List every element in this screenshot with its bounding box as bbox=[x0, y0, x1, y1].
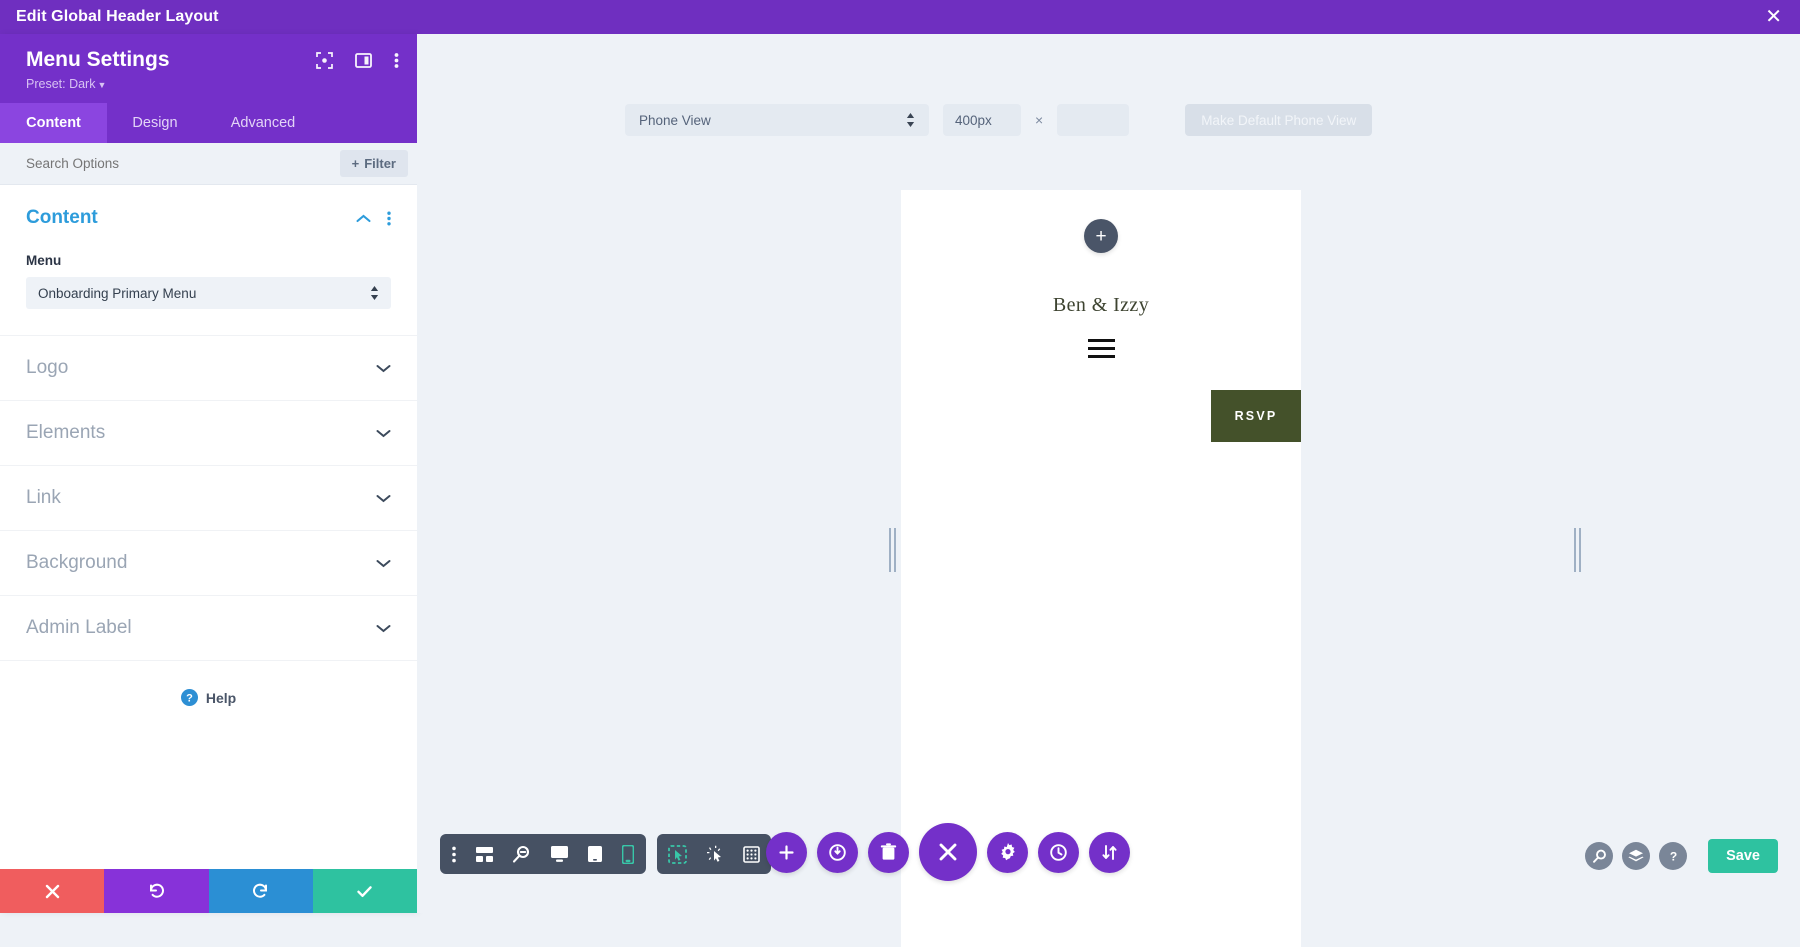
viewport-width-input[interactable] bbox=[955, 113, 1009, 128]
desktop-view-icon[interactable] bbox=[550, 845, 569, 863]
portability-icon[interactable] bbox=[1089, 832, 1130, 873]
settings-gear-icon[interactable] bbox=[987, 832, 1028, 873]
utility-buttons: ? Save bbox=[1585, 839, 1778, 873]
builder-canvas: Phone View × Make Default Phone View + B… bbox=[417, 34, 1800, 913]
more-vertical-icon[interactable] bbox=[394, 52, 399, 69]
more-vertical-icon[interactable] bbox=[387, 211, 391, 226]
search-bar: + Filter bbox=[0, 143, 417, 185]
section-logo[interactable]: Logo bbox=[0, 336, 417, 401]
panel-header: Menu Settings Preset: Dark▼ bbox=[0, 34, 417, 103]
panel-tabs: Content Design Advanced bbox=[0, 103, 417, 143]
panel-title: Menu Settings bbox=[26, 48, 170, 71]
rsvp-button[interactable]: RSVP bbox=[1211, 390, 1301, 442]
dock-panel-icon[interactable] bbox=[355, 52, 372, 69]
chevron-down-icon bbox=[376, 559, 391, 568]
filter-button[interactable]: + Filter bbox=[340, 150, 408, 177]
tablet-view-icon[interactable] bbox=[587, 845, 603, 863]
tab-advanced[interactable]: Advanced bbox=[203, 103, 323, 143]
make-default-phone-view-button[interactable]: Make Default Phone View bbox=[1185, 104, 1372, 136]
viewport-height-field[interactable] bbox=[1057, 104, 1129, 136]
interaction-mode-toolbar bbox=[657, 834, 771, 874]
discard-changes-button[interactable] bbox=[0, 869, 104, 913]
chevron-down-icon: ▼ bbox=[97, 80, 106, 90]
resize-handle-left[interactable] bbox=[888, 528, 897, 572]
trash-icon[interactable] bbox=[868, 832, 909, 873]
select-stepper-icon bbox=[906, 113, 915, 127]
resize-handle-right[interactable] bbox=[1573, 528, 1582, 572]
tab-content[interactable]: Content bbox=[0, 103, 107, 143]
add-section-icon[interactable] bbox=[766, 832, 807, 873]
svg-text:?: ? bbox=[186, 692, 193, 704]
hamburger-menu-icon[interactable] bbox=[1088, 339, 1115, 358]
chevron-down-icon bbox=[376, 624, 391, 633]
section-admin-label-label: Admin Label bbox=[26, 617, 132, 639]
section-content: Content Menu Onboarding Primary Menu bbox=[0, 185, 417, 336]
chevron-down-icon bbox=[376, 429, 391, 438]
viewport-toolbar: Phone View × Make Default Phone View bbox=[417, 104, 1800, 136]
chevron-down-icon bbox=[376, 494, 391, 503]
section-background-label: Background bbox=[26, 552, 127, 574]
redo-button[interactable] bbox=[209, 869, 313, 913]
add-section-icon[interactable]: + bbox=[1084, 219, 1118, 253]
grid-mode-icon[interactable] bbox=[743, 846, 760, 863]
section-elements-label: Elements bbox=[26, 422, 105, 444]
preset-label: Preset: Dark bbox=[26, 77, 95, 91]
zoom-out-icon[interactable] bbox=[512, 845, 531, 864]
tab-design[interactable]: Design bbox=[107, 103, 203, 143]
section-background[interactable]: Background bbox=[0, 531, 417, 596]
save-button[interactable]: Save bbox=[1708, 839, 1778, 873]
help-label: Help bbox=[206, 690, 236, 706]
viewport-select[interactable]: Phone View bbox=[625, 104, 929, 136]
section-link-label: Link bbox=[26, 487, 61, 509]
layers-icon[interactable] bbox=[1622, 842, 1650, 870]
chevron-up-icon[interactable] bbox=[356, 214, 371, 223]
view-mode-toolbar bbox=[440, 834, 646, 874]
click-mode-icon[interactable] bbox=[706, 845, 725, 864]
svg-text:?: ? bbox=[1669, 849, 1676, 863]
save-to-library-icon[interactable] bbox=[817, 832, 858, 873]
settings-panel: Menu Settings Preset: Dark▼ bbox=[0, 34, 417, 913]
expand-icon[interactable] bbox=[316, 52, 333, 69]
section-logo-label: Logo bbox=[26, 357, 68, 379]
menu-select-value: Onboarding Primary Menu bbox=[38, 286, 196, 301]
select-mode-icon[interactable] bbox=[668, 845, 687, 864]
dimension-separator: × bbox=[1035, 112, 1043, 128]
question-circle-icon: ? bbox=[181, 689, 198, 706]
viewport-select-value: Phone View bbox=[639, 113, 711, 128]
builder-action-buttons bbox=[766, 823, 1130, 881]
wireframe-icon[interactable] bbox=[475, 846, 494, 863]
viewport-height-input[interactable] bbox=[1069, 113, 1117, 128]
plus-icon: + bbox=[352, 156, 360, 171]
panel-body: Content Menu Onboarding Primary Menu bbox=[0, 185, 417, 869]
search-icon[interactable] bbox=[1585, 842, 1613, 870]
menu-select[interactable]: Onboarding Primary Menu bbox=[26, 277, 391, 309]
page-title: Edit Global Header Layout bbox=[0, 8, 219, 26]
help-link[interactable]: ? Help bbox=[0, 661, 417, 734]
close-builder-icon[interactable] bbox=[919, 823, 977, 881]
preset-selector[interactable]: Preset: Dark▼ bbox=[26, 77, 170, 91]
search-input[interactable] bbox=[26, 156, 340, 171]
chevron-down-icon bbox=[376, 364, 391, 373]
global-topbar: Edit Global Header Layout ✕ bbox=[0, 0, 1800, 34]
section-elements[interactable]: Elements bbox=[0, 401, 417, 466]
help-icon[interactable]: ? bbox=[1659, 842, 1687, 870]
more-vertical-icon[interactable] bbox=[452, 846, 456, 863]
section-content-title: Content bbox=[26, 207, 98, 229]
menu-field-label: Menu bbox=[26, 253, 391, 268]
close-icon[interactable]: ✕ bbox=[1765, 7, 1800, 27]
select-stepper-icon bbox=[370, 286, 379, 300]
undo-button[interactable] bbox=[104, 869, 208, 913]
section-link[interactable]: Link bbox=[0, 466, 417, 531]
history-clock-icon[interactable] bbox=[1038, 832, 1079, 873]
apply-changes-button[interactable] bbox=[313, 869, 417, 913]
filter-button-label: Filter bbox=[364, 156, 396, 171]
viewport-width-field[interactable] bbox=[943, 104, 1021, 136]
panel-action-bar bbox=[0, 869, 417, 913]
phone-view-icon[interactable] bbox=[622, 845, 634, 864]
site-brand-text: Ben & Izzy bbox=[901, 294, 1301, 317]
section-admin-label[interactable]: Admin Label bbox=[0, 596, 417, 661]
